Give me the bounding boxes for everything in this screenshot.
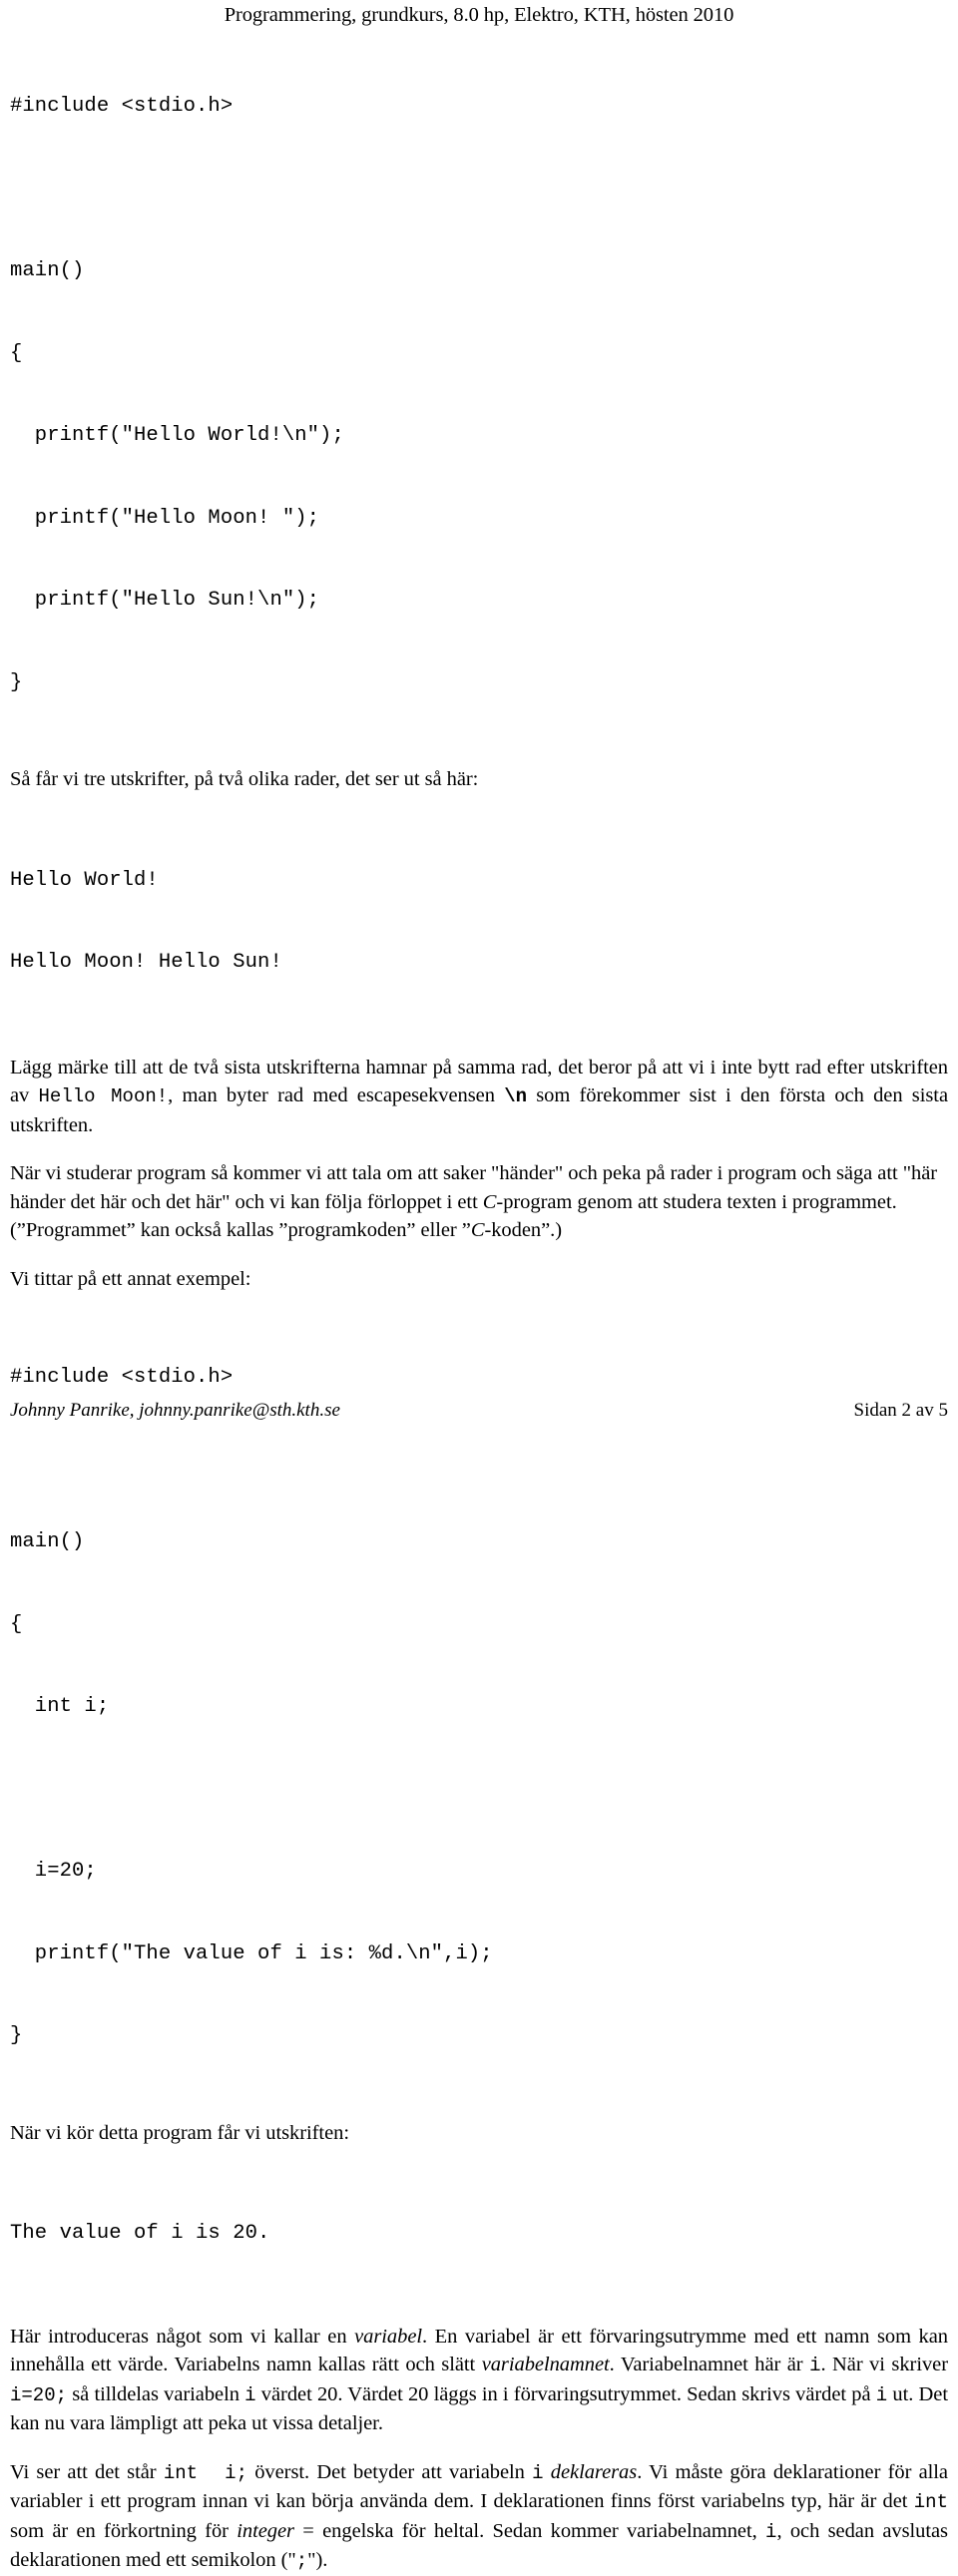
paragraph-text: = engelska för heltal. Sedan kommer vari… bbox=[293, 2519, 766, 2542]
code-line-close-brace: } bbox=[10, 2024, 23, 2047]
code-line-declaration: int i; bbox=[10, 1695, 110, 1718]
inline-code-i-5: i bbox=[765, 2520, 777, 2543]
paragraph-declaration-explanation: Vi ser att det står int i; överst. Det b… bbox=[10, 2458, 948, 2576]
code-line-open-brace: { bbox=[10, 341, 23, 365]
code-line-open-brace: { bbox=[10, 1612, 23, 1636]
inline-code-hello-moon: Hello Moon! bbox=[38, 1085, 169, 1107]
paragraph-run-program: När vi kör detta program får vi utskrift… bbox=[10, 2121, 349, 2144]
italic-c-1: C bbox=[482, 1190, 497, 1213]
page-footer: Johnny Panrike, johnny.panrike@sth.kth.s… bbox=[10, 1399, 948, 1423]
inline-code-int: int bbox=[913, 2491, 948, 2513]
code-line-printf-moon: printf("Hello Moon! "); bbox=[10, 506, 320, 530]
inline-code-i-3: i bbox=[875, 2383, 888, 2406]
paragraph-text: överst. Det betyder att variabeln bbox=[246, 2460, 533, 2483]
code-line-assignment: i=20; bbox=[10, 1860, 97, 1883]
footer-page-number: Sidan 2 av 5 bbox=[853, 1400, 948, 1421]
paragraph-newline-explanation: Lägg märke till att de två sista utskrif… bbox=[10, 1054, 948, 1140]
inline-code-i-1: i bbox=[809, 2355, 821, 2376]
code-line-close-brace: } bbox=[10, 670, 23, 694]
italic-c-2: C bbox=[470, 1219, 485, 1241]
paragraph-text: så tilldelas variabeln bbox=[67, 2382, 245, 2405]
paragraph-text: "). bbox=[307, 2549, 328, 2571]
code-line-include: #include <stdio.h> bbox=[10, 1366, 234, 1389]
italic-integer: integer bbox=[237, 2519, 294, 2542]
code-line-printf-world: printf("Hello World!\n"); bbox=[10, 424, 344, 447]
paragraph-variable-intro: Här introduceras något som vi kallar en … bbox=[10, 2323, 948, 2438]
inline-code-semicolon: ; bbox=[295, 2550, 308, 2572]
paragraph-text bbox=[544, 2461, 551, 2483]
paragraph-text: , man byter rad med escapesekvensen bbox=[168, 1084, 505, 1106]
italic-variabel: variabel bbox=[354, 2325, 423, 2348]
output-line-value-of-i: The value of i is 20. bbox=[10, 2222, 270, 2245]
paragraph-text: . Variabelnamnet här är bbox=[609, 2354, 810, 2375]
paragraph-text: Här introduceras något som vi kallar en bbox=[10, 2325, 355, 2348]
page-header: Programmering, grundkurs, 8.0 hp, Elektr… bbox=[224, 4, 734, 26]
paragraph-text: . När vi skriver bbox=[820, 2354, 948, 2375]
inline-code-int-i: int i; bbox=[163, 2461, 247, 2484]
inline-code-i-assign: i=20; bbox=[10, 2383, 68, 2406]
code-line-main: main() bbox=[10, 1530, 85, 1553]
output-block-variable: The value of i is 20. bbox=[10, 2165, 948, 2303]
code-line-printf-sun: printf("Hello Sun!\n"); bbox=[10, 589, 320, 612]
output-block-hello: Hello World! Hello Moon! Hello Sun! bbox=[10, 812, 948, 1032]
italic-variabelnamnet: variabelnamnet bbox=[481, 2354, 610, 2375]
code-line-include: #include <stdio.h> bbox=[10, 95, 234, 118]
inline-code-i-2: i bbox=[244, 2383, 256, 2406]
document-page: Programmering, grundkurs, 8.0 hp, Elektr… bbox=[0, 0, 958, 2572]
code-block-variable: #include <stdio.h> main() { int i; i=20;… bbox=[10, 1309, 948, 2105]
paragraph-text: Vi ser att det står bbox=[10, 2460, 164, 2483]
code-block-hello: #include <stdio.h> main() { printf("Hell… bbox=[10, 38, 948, 751]
code-line-main: main() bbox=[10, 259, 85, 282]
paragraph-program-discussion: När vi studerar program så kommer vi att… bbox=[10, 1159, 948, 1245]
code-line-printf: printf("The value of i is: %d.\n",i); bbox=[10, 1941, 493, 1965]
paragraph-another-example: Vi tittar på ett annat exempel: bbox=[10, 1267, 251, 1290]
output-line-hello-world: Hello World! bbox=[10, 868, 159, 892]
paragraph-text: som är en förkortning för bbox=[10, 2519, 238, 2542]
italic-deklareras: deklareras bbox=[550, 2460, 638, 2483]
footer-author: Johnny Panrike, johnny.panrike@sth.kth.s… bbox=[10, 1400, 340, 1421]
inline-code-i-4: i bbox=[532, 2461, 544, 2484]
paragraph-text: -koden”.) bbox=[484, 1219, 562, 1241]
paragraph-text: värdet 20. Värdet 20 läggs in i förvarin… bbox=[255, 2382, 876, 2405]
paragraph-three-printouts: Så får vi tre utskrifter, på två olika r… bbox=[10, 768, 479, 790]
inline-code-newline: \n bbox=[504, 1085, 527, 1107]
output-line-hello-moon-sun: Hello Moon! Hello Sun! bbox=[10, 951, 282, 974]
